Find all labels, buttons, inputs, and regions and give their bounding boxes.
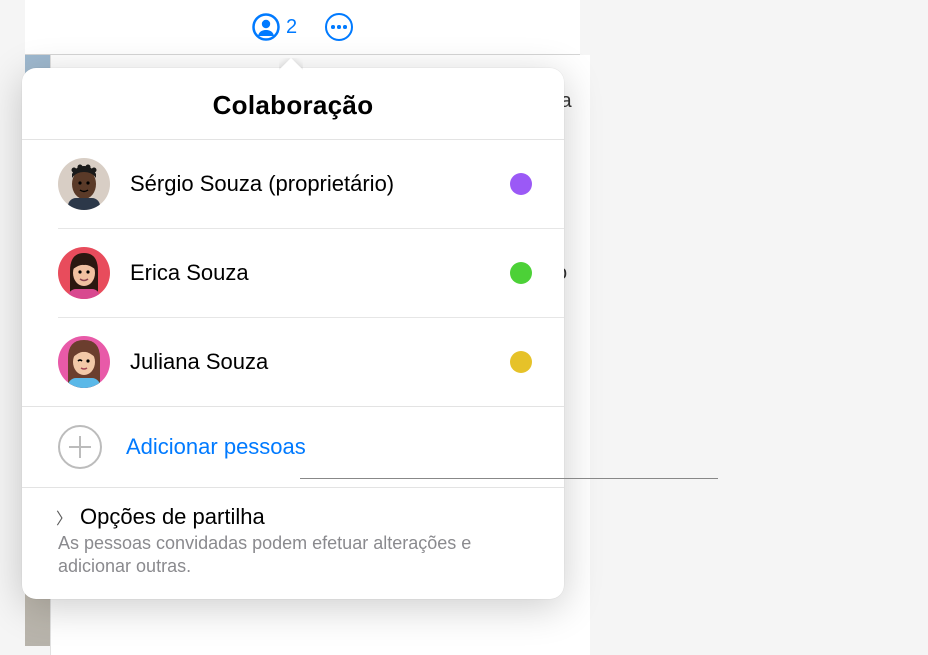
- sharing-options-description: As pessoas convidadas podem efetuar alte…: [56, 532, 532, 579]
- collaboration-button[interactable]: 2: [252, 13, 297, 41]
- status-dot: [510, 173, 532, 195]
- avatar: [58, 158, 110, 210]
- person-circle-icon: [252, 13, 280, 41]
- participant-row[interactable]: Sérgio Souza (proprietário): [58, 140, 564, 229]
- participants-list: Sérgio Souza (proprietário) Erica Souza Ju…: [22, 140, 564, 406]
- sharing-options-row[interactable]: 〉 Opções de partilha As pessoas convidad…: [22, 488, 564, 599]
- participant-row[interactable]: Juliana Souza: [58, 318, 564, 406]
- plus-circle-icon: [58, 425, 102, 469]
- popover-title: Colaboração: [22, 68, 564, 140]
- avatar: [58, 336, 110, 388]
- collaborator-count: 2: [286, 16, 297, 39]
- status-dot: [510, 351, 532, 373]
- ellipsis-icon: [331, 25, 347, 29]
- participant-name: Erica Souza: [130, 260, 510, 286]
- collaboration-popover: Colaboração Sérgio Souza (proprietário) E…: [22, 68, 564, 599]
- participant-name: Sérgio Souza (proprietário): [130, 171, 510, 197]
- more-button[interactable]: [325, 13, 353, 41]
- popover-arrow: [279, 58, 303, 70]
- add-people-label: Adicionar pessoas: [126, 434, 306, 460]
- chevron-right-icon: 〉: [56, 505, 72, 529]
- add-people-row[interactable]: Adicionar pessoas: [22, 406, 564, 488]
- participant-name: Juliana Souza: [130, 349, 510, 375]
- toolbar: 2: [25, 0, 580, 55]
- participant-row[interactable]: Erica Souza: [58, 229, 564, 318]
- avatar: [58, 247, 110, 299]
- callout-line: [300, 478, 718, 479]
- status-dot: [510, 262, 532, 284]
- sharing-options-title: Opções de partilha: [80, 504, 265, 530]
